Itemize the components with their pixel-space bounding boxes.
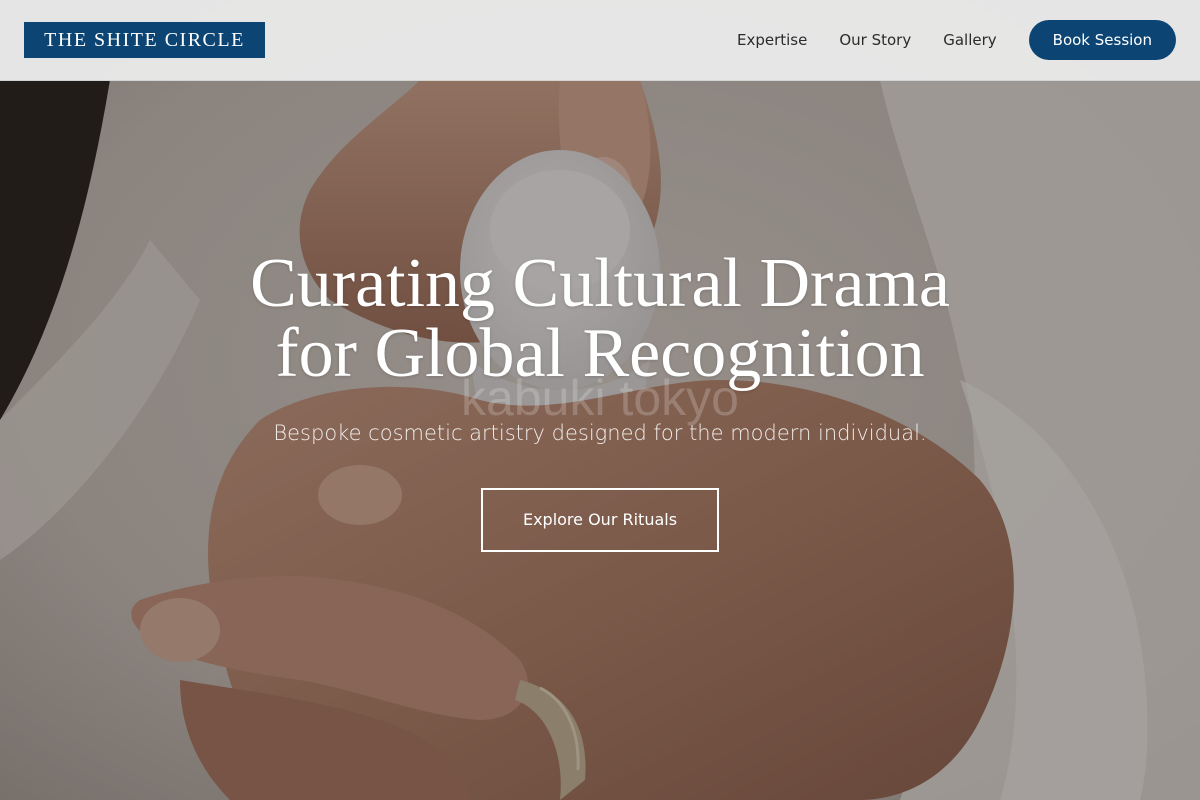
hero-section: Curating Cultural Drama for Global Recog…: [0, 81, 1200, 800]
hero-title-line-1: Curating Cultural Drama: [250, 245, 950, 322]
main-nav: Expertise Our Story Gallery Book Session: [737, 20, 1176, 60]
explore-rituals-button[interactable]: Explore Our Rituals: [481, 488, 719, 552]
nav-link-gallery[interactable]: Gallery: [943, 31, 996, 49]
hero-subtitle: Bespoke cosmetic artistry designed for t…: [273, 421, 927, 445]
hero-title: Curating Cultural Drama for Global Recog…: [100, 249, 1100, 389]
brand-logo[interactable]: THE SHITE CIRCLE: [24, 22, 265, 58]
book-session-button[interactable]: Book Session: [1028, 20, 1176, 60]
site-header: THE SHITE CIRCLE Expertise Our Story Gal…: [0, 0, 1200, 81]
nav-link-expertise[interactable]: Expertise: [737, 31, 807, 49]
nav-link-our-story[interactable]: Our Story: [839, 31, 911, 49]
